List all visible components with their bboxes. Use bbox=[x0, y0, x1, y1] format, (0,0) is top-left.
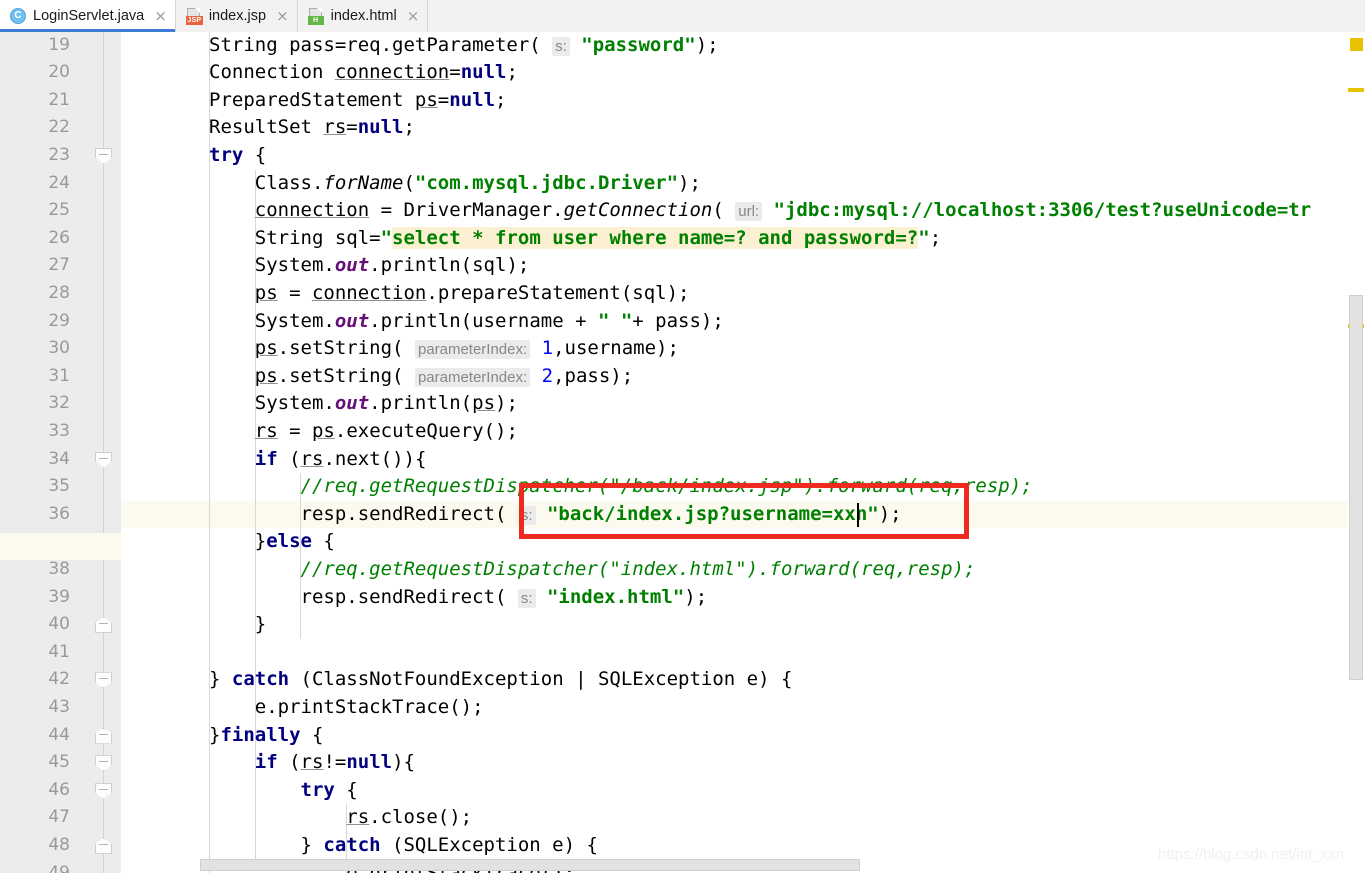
vertical-scrollbar-thumb[interactable] bbox=[1349, 295, 1363, 680]
code-line[interactable]: ps = connection.prepareStatement(sql); bbox=[209, 280, 690, 308]
line-number: 28 bbox=[48, 282, 70, 303]
line-number: 19 bbox=[48, 34, 70, 55]
code-line[interactable]: } catch (SQLException e) { bbox=[209, 832, 598, 860]
code-line[interactable]: e.printStackTrace(); bbox=[209, 694, 484, 722]
annotation-highlight-box bbox=[519, 482, 969, 539]
code-line[interactable]: try { bbox=[209, 777, 358, 805]
close-icon[interactable]: × bbox=[154, 8, 167, 24]
code-line[interactable]: rs.close(); bbox=[209, 804, 472, 832]
code-line[interactable]: PreparedStatement ps=null; bbox=[209, 87, 506, 115]
code-line[interactable]: Connection connection=null; bbox=[209, 59, 518, 87]
code-line[interactable]: System.out.println(ps); bbox=[209, 390, 518, 418]
line-number: 23 bbox=[48, 144, 70, 165]
line-number: 26 bbox=[48, 227, 70, 248]
line-number: 40 bbox=[48, 614, 70, 635]
code-line[interactable]: resp.sendRedirect( s: "index.html"); bbox=[209, 584, 707, 612]
inspection-status-icon[interactable] bbox=[1350, 38, 1363, 51]
code-line[interactable]: ps.setString( parameterIndex: 2,pass); bbox=[209, 363, 633, 391]
code-line[interactable]: if (rs!=null){ bbox=[209, 749, 415, 777]
fold-marker-up-icon[interactable] bbox=[95, 727, 112, 744]
line-number: 39 bbox=[48, 586, 70, 607]
line-number: 44 bbox=[48, 724, 70, 745]
code-line[interactable]: String sql="select * from user where nam… bbox=[209, 225, 941, 253]
tab-label: index.jsp bbox=[208, 8, 267, 24]
tab-loginservlet-java[interactable]: C LoginServlet.java × bbox=[0, 0, 176, 32]
fold-marker-up-icon[interactable] bbox=[95, 617, 112, 634]
tab-index-jsp[interactable]: JSP index.jsp × bbox=[175, 0, 298, 32]
editor-tab-bar: C LoginServlet.java × JSP index.jsp × H … bbox=[0, 0, 1365, 33]
fold-marker-down-icon[interactable] bbox=[95, 147, 112, 164]
line-number: 49 bbox=[48, 862, 70, 873]
warning-stripe[interactable] bbox=[1348, 88, 1364, 92]
close-icon[interactable]: × bbox=[407, 8, 420, 24]
right-marker-gutter[interactable] bbox=[1347, 32, 1365, 873]
code-line[interactable]: connection = DriverManager.getConnection… bbox=[209, 197, 1311, 225]
line-number: 22 bbox=[48, 117, 70, 138]
line-number: 33 bbox=[48, 420, 70, 441]
code-line[interactable]: }else { bbox=[209, 528, 335, 556]
fold-marker-down-icon[interactable] bbox=[95, 755, 112, 772]
horizontal-scrollbar-thumb[interactable] bbox=[200, 859, 860, 871]
line-number: 30 bbox=[48, 338, 70, 359]
code-line[interactable]: }finally { bbox=[209, 722, 323, 750]
line-number-gutter: 1920212223242526272829303132333435363738… bbox=[0, 32, 82, 873]
line-number: 43 bbox=[48, 696, 70, 717]
jsp-file-icon: JSP bbox=[185, 7, 203, 25]
html-file-icon: H bbox=[307, 7, 325, 25]
code-line[interactable]: ResultSet rs=null; bbox=[209, 114, 415, 142]
tab-index-html[interactable]: H index.html × bbox=[297, 0, 429, 32]
tab-label: index.html bbox=[330, 8, 397, 24]
line-number: 27 bbox=[48, 255, 70, 276]
line-number: 29 bbox=[48, 310, 70, 331]
java-class-icon: C bbox=[10, 7, 27, 25]
line-number: 47 bbox=[48, 807, 70, 828]
fold-marker-down-icon[interactable] bbox=[95, 451, 112, 468]
code-line[interactable]: //req.getRequestDispatcher("index.html")… bbox=[209, 556, 976, 584]
fold-marker-down-icon[interactable] bbox=[95, 782, 112, 799]
line-number: 45 bbox=[48, 752, 70, 773]
code-line[interactable]: ps.setString( parameterIndex: 1,username… bbox=[209, 335, 679, 363]
code-line[interactable]: } bbox=[209, 611, 266, 639]
code-line[interactable]: Class.forName("com.mysql.jdbc.Driver"); bbox=[209, 170, 701, 198]
tab-label: LoginServlet.java bbox=[33, 8, 145, 24]
code-folding-gutter[interactable] bbox=[82, 32, 122, 873]
line-number: 41 bbox=[48, 641, 70, 662]
line-number: 25 bbox=[48, 200, 70, 221]
code-line[interactable]: String pass=req.getParameter( s: "passwo… bbox=[209, 32, 719, 59]
line-number: 32 bbox=[48, 393, 70, 414]
line-number: 31 bbox=[48, 365, 70, 386]
line-number: 24 bbox=[48, 172, 70, 193]
code-editor[interactable]: 1920212223242526272829303132333435363738… bbox=[0, 32, 1365, 873]
line-number: 35 bbox=[48, 476, 70, 497]
code-line[interactable]: try { bbox=[209, 142, 266, 170]
code-line[interactable]: rs = ps.executeQuery(); bbox=[209, 418, 518, 446]
close-icon[interactable]: × bbox=[276, 8, 289, 24]
code-text-area[interactable]: String pass=req.getParameter( s: "passwo… bbox=[121, 32, 1365, 873]
line-number: 36 bbox=[48, 503, 70, 524]
code-line[interactable]: System.out.println(sql); bbox=[209, 252, 530, 280]
watermark-text: https://blog.csdn.net/int_xxn bbox=[1158, 846, 1344, 863]
line-number: 20 bbox=[48, 62, 70, 83]
code-line[interactable]: if (rs.next()){ bbox=[209, 446, 427, 474]
fold-marker-up-icon[interactable] bbox=[95, 837, 112, 854]
code-line[interactable]: } catch (ClassNotFoundException | SQLExc… bbox=[209, 666, 792, 694]
fold-marker-down-icon[interactable] bbox=[95, 672, 112, 689]
code-line[interactable]: System.out.println(username + " "+ pass)… bbox=[209, 308, 724, 336]
idea-editor-window: C LoginServlet.java × JSP index.jsp × H … bbox=[0, 0, 1365, 873]
line-number: 46 bbox=[48, 779, 70, 800]
line-number: 42 bbox=[48, 669, 70, 690]
line-number: 34 bbox=[48, 448, 70, 469]
line-number: 48 bbox=[48, 834, 70, 855]
line-number: 21 bbox=[48, 89, 70, 110]
caret-row-gutter-highlight bbox=[0, 532, 121, 561]
